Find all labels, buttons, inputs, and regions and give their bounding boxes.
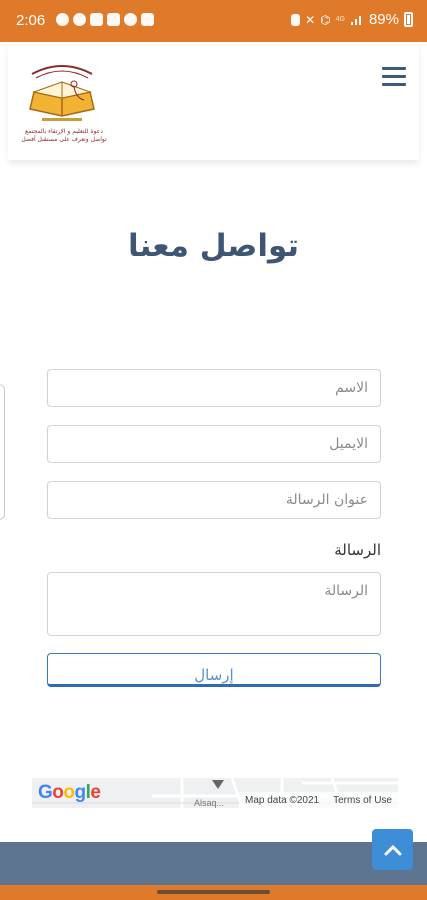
snapchat-icon — [124, 13, 137, 26]
map-place-label: Alsaq... — [194, 798, 225, 808]
telegram-icon — [73, 13, 86, 26]
name-input[interactable] — [47, 369, 381, 407]
submit-button[interactable]: إرسال — [47, 653, 381, 687]
email-input[interactable] — [47, 425, 381, 463]
status-bar: 2:06 ✕ ⌬ 4G 89% — [0, 0, 427, 42]
battery-percent: 89% — [368, 11, 399, 28]
logo-caption-line1: دعوة للتعليم و الإرتقاء بالمجتمع — [25, 128, 103, 135]
site-footer — [0, 842, 427, 885]
notification-icons — [56, 13, 154, 26]
youtube-icon-2 — [141, 13, 154, 26]
side-tab[interactable] — [0, 384, 5, 520]
message-label: الرسالة — [334, 541, 381, 559]
lock-icon — [291, 13, 301, 26]
hamburger-line — [382, 83, 406, 86]
mute-icon: ✕ — [305, 12, 316, 27]
page-title: تواصل معنا — [127, 228, 300, 264]
hotspot-icon: ⌬ — [320, 12, 331, 27]
logo-caption-line2: تواصل وتعرف على مستقبل أفضل — [21, 136, 107, 143]
hamburger-menu-button[interactable] — [382, 67, 406, 87]
google-logo: Google — [38, 782, 101, 803]
subject-input[interactable] — [47, 481, 381, 519]
status-time: 2:06 — [16, 12, 46, 29]
map-marker-icon[interactable] — [212, 780, 224, 789]
map-data-label: Map data ©2021 — [245, 794, 320, 806]
map-terms-link[interactable]: Terms of Use — [333, 795, 392, 806]
message-textarea[interactable] — [47, 572, 381, 636]
logo-caption: دعوة للتعليم و الإرتقاء بالمجتمع تواصل و… — [20, 128, 108, 144]
site-header: دعوة للتعليم و الإرتقاء بالمجتمع تواصل و… — [8, 42, 419, 160]
hamburger-line — [382, 67, 406, 70]
chevron-up-icon — [384, 844, 401, 855]
scroll-to-top-button[interactable] — [372, 829, 413, 870]
youtube-icon — [90, 13, 103, 26]
network-label: 4G — [335, 16, 345, 23]
embedded-map[interactable]: Alsaq... Google Map data ©2021 Terms of … — [32, 778, 398, 808]
status-right: ✕ ⌬ 4G 89% — [291, 11, 413, 28]
home-indicator[interactable] — [157, 890, 270, 894]
signal-icon — [350, 16, 361, 25]
map-attribution: Map data ©2021 Terms of Use — [239, 792, 398, 808]
hamburger-line — [382, 75, 406, 78]
battery-icon — [404, 12, 413, 27]
twitter-icon — [107, 13, 120, 26]
whatsapp-icon — [56, 13, 69, 26]
